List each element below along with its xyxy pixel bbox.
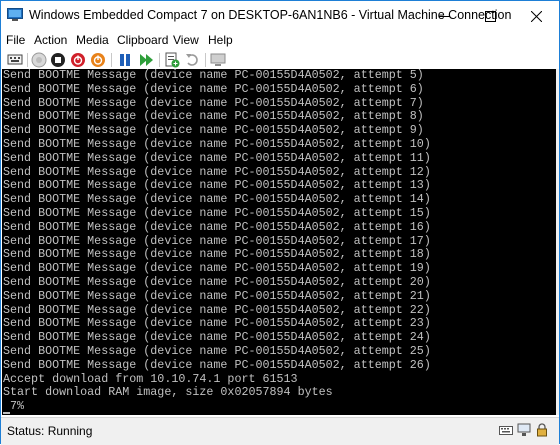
console-line: Send BOOTME Message (device name PC-0015…	[3, 192, 431, 207]
console-line: Send BOOTME Message (device name PC-0015…	[3, 330, 431, 345]
menu-help[interactable]: Help	[208, 33, 233, 47]
console-line: Send BOOTME Message (device name PC-0015…	[3, 123, 424, 138]
console-line: Send BOOTME Message (device name PC-0015…	[3, 109, 424, 124]
status-text: Status: Running	[7, 424, 93, 438]
console-line: Send BOOTME Message (device name PC-0015…	[3, 344, 431, 358]
console-line: Send BOOTME Message (device name PC-0015…	[3, 178, 431, 193]
save-state-icon[interactable]	[90, 52, 106, 68]
console-line: Send BOOTME Message (device name PC-0015…	[3, 288, 431, 303]
shut-down-icon[interactable]	[70, 52, 86, 68]
maximize-button[interactable]	[467, 1, 513, 31]
console-line: Send BOOTME Message (device name PC-0015…	[3, 69, 424, 82]
console-line: Send BOOTME Message (device name PC-0015…	[3, 247, 431, 262]
console-cursor	[3, 412, 10, 414]
vm-console-screen[interactable]: Send BOOTME Message (device name PC-0015…	[2, 69, 558, 415]
vm-connection-icon	[7, 8, 23, 22]
toolbar-separator	[111, 53, 112, 67]
console-line: Send BOOTME Message (device name PC-0015…	[3, 219, 431, 234]
console-line: Send BOOTME Message (device name PC-0015…	[3, 164, 431, 179]
console-line: Send BOOTME Message (device name PC-0015…	[3, 302, 431, 317]
pause-icon[interactable]	[117, 52, 133, 68]
toolbar	[1, 50, 559, 70]
console-line: Send BOOTME Message (device name PC-0015…	[3, 357, 431, 372]
menu-action[interactable]: Action	[34, 33, 67, 47]
console-line: Send BOOTME Message (device name PC-0015…	[3, 206, 431, 220]
enhanced-session-icon[interactable]	[210, 52, 226, 68]
console-line: Send BOOTME Message (device name PC-0015…	[3, 137, 431, 151]
reset-icon[interactable]	[138, 52, 154, 68]
network-icon	[517, 423, 531, 437]
console-line: Send BOOTME Message (device name PC-0015…	[3, 81, 424, 96]
revert-icon[interactable]	[184, 52, 200, 68]
toolbar-separator	[27, 53, 28, 67]
status-bar: Status: Running	[1, 417, 559, 445]
menu-bar: File Action Media Clipboard View Help	[1, 31, 559, 50]
close-button[interactable]	[513, 1, 559, 31]
console-line: Send BOOTME Message (device name PC-0015…	[3, 275, 431, 289]
toolbar-separator	[205, 53, 206, 67]
vm-connection-window: Windows Embedded Compact 7 on DESKTOP-6A…	[0, 0, 560, 445]
console-line: Start download RAM image, size 0x0205789…	[3, 385, 333, 400]
console-line: Send BOOTME Message (device name PC-0015…	[3, 261, 431, 276]
ctrl-alt-del-icon[interactable]	[7, 52, 23, 68]
console-edge	[556, 69, 559, 415]
console-line: Send BOOTME Message (device name PC-0015…	[3, 316, 431, 331]
turn-off-icon[interactable]	[50, 52, 66, 68]
console-line: Send BOOTME Message (device name PC-0015…	[3, 95, 424, 110]
keyboard-icon	[499, 423, 513, 437]
toolbar-separator	[159, 53, 160, 67]
console-line: Accept download from 10.10.74.1 port 615…	[3, 371, 298, 386]
checkpoint-icon[interactable]	[164, 52, 180, 68]
menu-clipboard[interactable]: Clipboard	[117, 33, 168, 47]
console-line: Send BOOTME Message (device name PC-0015…	[3, 150, 431, 165]
console-line: Send BOOTME Message (device name PC-0015…	[3, 233, 431, 248]
minimize-button[interactable]	[421, 1, 467, 31]
title-bar[interactable]: Windows Embedded Compact 7 on DESKTOP-6A…	[1, 1, 559, 31]
menu-view[interactable]: View	[173, 33, 199, 47]
menu-media[interactable]: Media	[76, 33, 109, 47]
start-icon[interactable]	[31, 52, 47, 68]
lock-icon	[535, 423, 549, 437]
menu-file[interactable]: File	[6, 33, 25, 47]
